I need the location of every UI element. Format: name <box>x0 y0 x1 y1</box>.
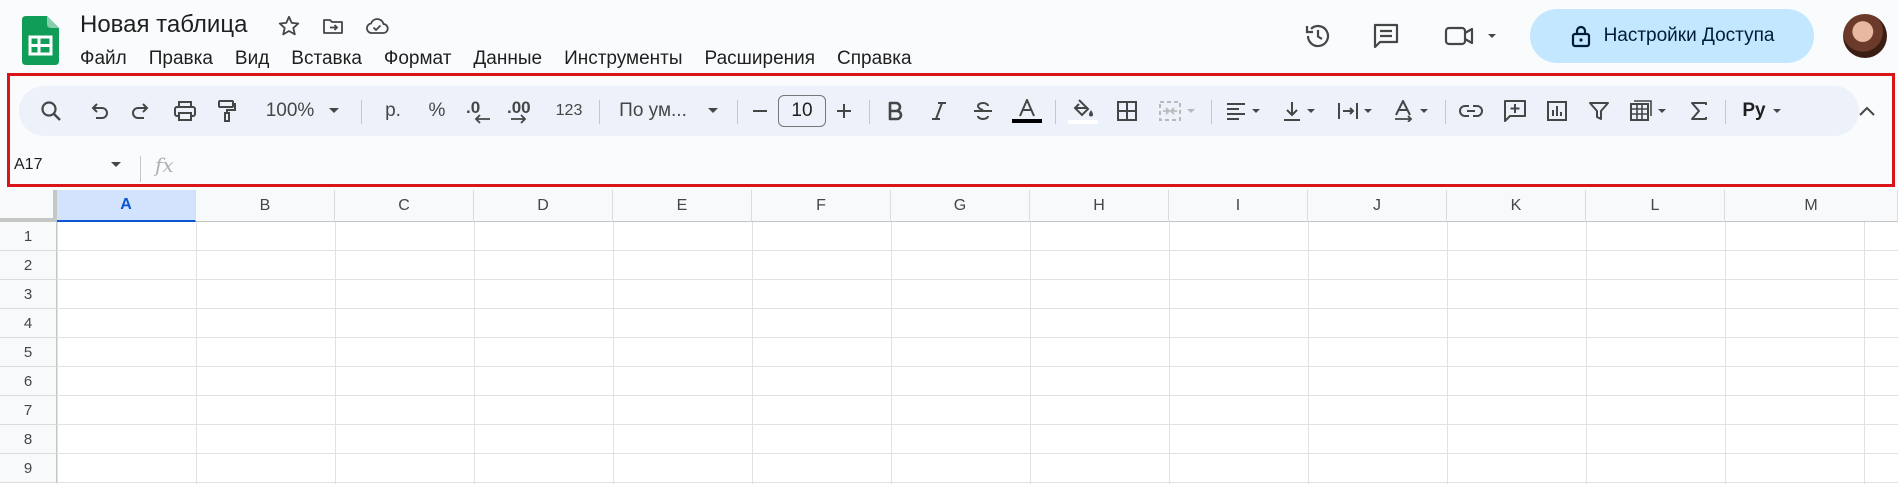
column-header-b[interactable]: B <box>196 190 335 222</box>
row-header-4[interactable]: 4 <box>0 309 57 338</box>
menu-format[interactable]: Формат <box>373 46 463 72</box>
row-header-3[interactable]: 3 <box>0 280 57 309</box>
column-header-g[interactable]: G <box>891 190 1030 222</box>
column-header-l[interactable]: L <box>1586 190 1725 222</box>
cloud-saved-icon[interactable] <box>363 12 391 40</box>
column-header-e[interactable]: E <box>613 190 752 222</box>
document-title[interactable]: Новая таблица <box>80 10 247 40</box>
star-icon[interactable] <box>275 12 303 40</box>
column-header-k[interactable]: K <box>1447 190 1586 222</box>
row-header-8[interactable]: 8 <box>0 425 57 454</box>
menu-insert[interactable]: Вставка <box>280 46 373 72</box>
column-header-j[interactable]: J <box>1308 190 1447 222</box>
menu-view[interactable]: Вид <box>224 46 280 72</box>
column-header-h[interactable]: H <box>1030 190 1169 222</box>
menu-tools[interactable]: Инструменты <box>553 46 693 72</box>
menu-bar: Файл Правка Вид Вставка Формат Данные Ин… <box>80 46 923 72</box>
highlight-frame <box>7 73 1895 187</box>
share-button[interactable]: Настройки Доступа <box>1530 9 1814 63</box>
column-header-c[interactable]: C <box>335 190 474 222</box>
account-avatar[interactable] <box>1843 14 1887 58</box>
row-header-6[interactable]: 6 <box>0 367 57 396</box>
column-header-i[interactable]: I <box>1169 190 1308 222</box>
row-header-1[interactable]: 1 <box>0 222 57 251</box>
column-header-m[interactable]: M <box>1725 190 1898 222</box>
sheets-logo-icon[interactable] <box>22 16 59 65</box>
meet-call-button[interactable] <box>1440 20 1504 52</box>
title-actions <box>275 12 391 40</box>
spreadsheet-grid: ABCDEFGHIJKLM 123456789 <box>0 190 1898 484</box>
row-header-9[interactable]: 9 <box>0 454 57 483</box>
row-header-7[interactable]: 7 <box>0 396 57 425</box>
cell-area[interactable] <box>57 222 1898 484</box>
menu-extensions[interactable]: Расширения <box>694 46 827 72</box>
sheets-app: Новая таблица Файл Правка Вид Вставка Фо… <box>0 0 1898 484</box>
column-header-f[interactable]: F <box>752 190 891 222</box>
column-header-a[interactable]: A <box>57 190 196 222</box>
move-to-folder-icon[interactable] <box>319 12 347 40</box>
menu-data[interactable]: Данные <box>462 46 553 72</box>
menu-edit[interactable]: Правка <box>138 46 224 72</box>
select-all-corner[interactable] <box>0 190 57 222</box>
row-header-5[interactable]: 5 <box>0 338 57 367</box>
menu-file[interactable]: Файл <box>80 46 138 72</box>
column-header-d[interactable]: D <box>474 190 613 222</box>
menu-help[interactable]: Справка <box>826 46 923 72</box>
comments-icon[interactable] <box>1370 20 1402 52</box>
lock-icon <box>1571 25 1590 48</box>
version-history-icon[interactable] <box>1302 20 1334 52</box>
share-button-label: Настройки Доступа <box>1603 25 1775 46</box>
row-header-2[interactable]: 2 <box>0 251 57 280</box>
